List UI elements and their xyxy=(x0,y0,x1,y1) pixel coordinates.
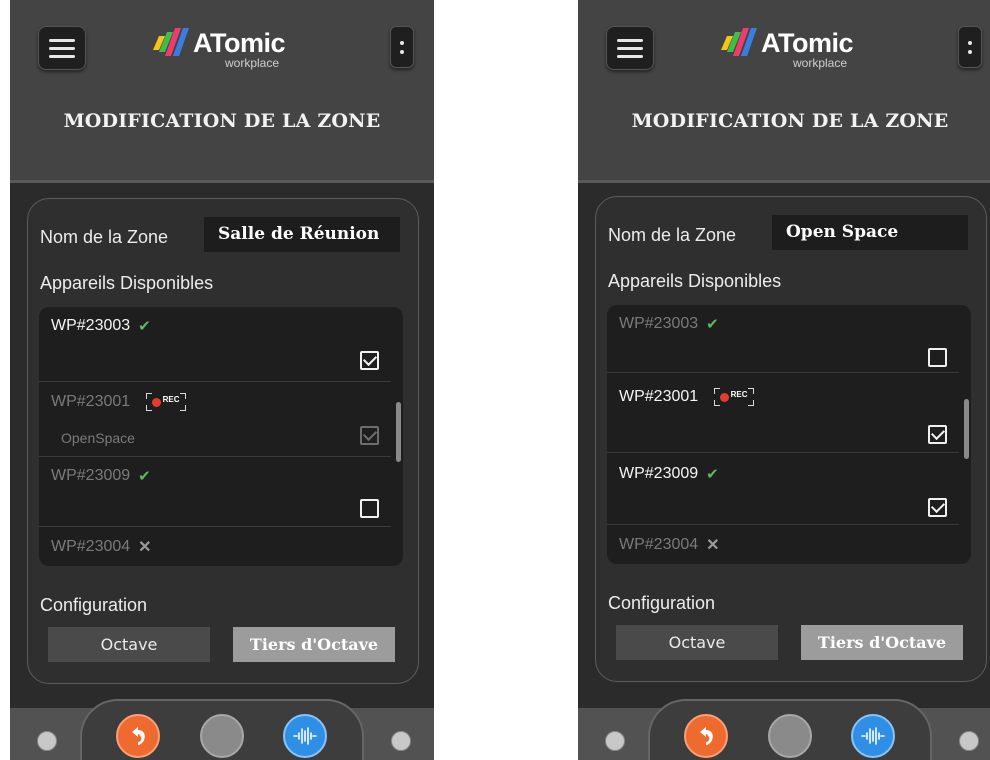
logo-brand-text: ATomic xyxy=(193,28,286,58)
home-button[interactable] xyxy=(200,714,244,758)
zone-name-field[interactable]: Open Space xyxy=(772,215,968,250)
tiers-octave-button[interactable]: Tiers d'Octave xyxy=(801,625,963,660)
rec-badge-icon: REC xyxy=(713,387,755,407)
device-id: WP#23009 xyxy=(619,465,699,482)
configuration-label: Configuration xyxy=(40,595,148,615)
device-row[interactable]: WP#23003 ✔ xyxy=(39,307,391,382)
device-list[interactable]: WP#23003 ✔ WP#23001 REC WP#23009 ✔ WP#23… xyxy=(607,305,971,564)
page-title: MODIFICATION DE LA ZONE xyxy=(631,110,949,132)
right-nav-dot[interactable] xyxy=(391,731,411,751)
tiers-octave-button[interactable]: Tiers d'Octave xyxy=(233,627,395,662)
device-id: WP#23001 xyxy=(51,393,131,410)
check-icon: ✔ xyxy=(138,318,151,335)
audio-wave-icon xyxy=(293,727,317,745)
available-devices-label: Appareils Disponibles xyxy=(40,273,214,293)
device-id: WP#23004 xyxy=(51,538,131,555)
device-id: WP#23003 xyxy=(51,317,131,334)
atomic-workplace-logo: ATomic workplace xyxy=(145,22,295,70)
device-row[interactable]: WP#23004 ✕ xyxy=(607,525,959,564)
device-id: WP#23009 xyxy=(51,467,131,484)
hamburger-menu-button[interactable] xyxy=(606,26,654,70)
device-checkbox[interactable] xyxy=(928,425,947,444)
zone-form-card: Nom de la Zone Salle de Réunion Appareil… xyxy=(27,198,419,684)
check-icon: ✔ xyxy=(706,316,719,333)
device-checkbox[interactable] xyxy=(360,351,379,370)
undo-icon xyxy=(700,727,713,745)
configuration-label: Configuration xyxy=(608,593,716,613)
left-nav-dot[interactable] xyxy=(605,731,625,751)
device-checkbox[interactable] xyxy=(360,499,379,518)
atomic-workplace-logo: ATomic workplace xyxy=(713,22,863,70)
octave-button[interactable]: Octave xyxy=(48,627,210,662)
zone-form-card: Nom de la Zone Open Space Appareils Disp… xyxy=(595,196,987,682)
phone-screen-right: ATomic workplace MODIFICATION DE LA ZONE… xyxy=(578,0,990,760)
undo-button[interactable] xyxy=(116,714,160,758)
device-row[interactable]: WP#23001 REC xyxy=(607,373,959,453)
device-row[interactable]: WP#23003 ✔ xyxy=(607,305,959,373)
check-icon: ✔ xyxy=(706,466,719,483)
device-list[interactable]: WP#23003 ✔ WP#23001 REC OpenSpace WP#2300… xyxy=(39,307,403,566)
audio-wave-icon xyxy=(861,727,885,745)
device-checkbox[interactable] xyxy=(928,498,947,517)
rec-badge-icon: REC xyxy=(145,392,187,412)
available-devices-label: Appareils Disponibles xyxy=(608,271,782,291)
audio-button[interactable] xyxy=(851,714,895,758)
device-checkbox[interactable] xyxy=(360,426,379,445)
octave-button[interactable]: Octave xyxy=(616,625,778,660)
audio-button[interactable] xyxy=(283,714,327,758)
device-checkbox[interactable] xyxy=(928,348,947,367)
app-header: ATomic workplace MODIFICATION DE LA ZONE xyxy=(578,0,990,183)
device-row[interactable]: WP#23009 ✔ xyxy=(39,457,391,527)
device-id: WP#23004 xyxy=(619,536,699,553)
zone-name-label: Nom de la Zone xyxy=(608,225,737,245)
list-scrollbar[interactable] xyxy=(396,402,401,462)
list-scrollbar[interactable] xyxy=(964,399,969,459)
home-button[interactable] xyxy=(768,714,812,758)
device-zone-label: OpenSpace xyxy=(61,430,135,446)
left-nav-dot[interactable] xyxy=(37,731,57,751)
undo-icon xyxy=(132,727,145,745)
check-icon: ✔ xyxy=(138,468,151,485)
device-row[interactable]: WP#23009 ✔ xyxy=(607,453,959,525)
more-options-button[interactable] xyxy=(390,26,414,68)
hamburger-menu-button[interactable] xyxy=(38,26,86,70)
phone-screen-left: ATomic workplace MODIFICATION DE LA ZONE… xyxy=(10,0,434,760)
zone-name-label: Nom de la Zone xyxy=(40,227,169,247)
app-header: ATomic workplace MODIFICATION DE LA ZONE xyxy=(10,0,434,183)
logo-sub-text: workplace xyxy=(225,56,280,70)
cross-icon: ✕ xyxy=(706,537,720,554)
logo-brand-text: ATomic xyxy=(761,28,854,58)
undo-button[interactable] xyxy=(684,714,728,758)
device-id: WP#23003 xyxy=(619,315,699,332)
right-nav-dot[interactable] xyxy=(959,731,979,751)
device-row[interactable]: WP#23004 ✕ xyxy=(39,527,391,566)
device-id: WP#23001 xyxy=(619,388,699,405)
logo-sub-text: workplace xyxy=(793,56,848,70)
logo-stripes-icon xyxy=(721,28,757,56)
more-options-button[interactable] xyxy=(958,26,982,68)
logo-stripes-icon xyxy=(153,28,189,56)
page-title: MODIFICATION DE LA ZONE xyxy=(63,110,381,132)
zone-name-field[interactable]: Salle de Réunion xyxy=(204,217,400,252)
cross-icon: ✕ xyxy=(138,539,152,556)
device-row[interactable]: WP#23001 REC OpenSpace xyxy=(39,382,391,457)
